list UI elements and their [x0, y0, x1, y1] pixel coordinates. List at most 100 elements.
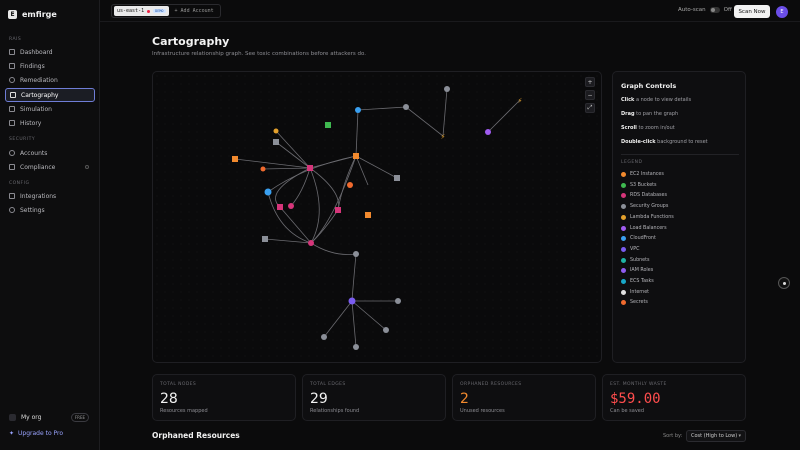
- divider: [621, 154, 739, 155]
- graph-svg[interactable]: ⚡ ⚡: [153, 72, 603, 364]
- bolt-icon: [9, 106, 15, 112]
- zoom-in-button[interactable]: +: [585, 77, 595, 87]
- graph-node-iam-role[interactable]: [273, 128, 279, 134]
- upgrade-link[interactable]: ✦ Upgrade to Pro: [9, 430, 63, 437]
- legend-label: IAM Roles: [630, 268, 654, 274]
- control-hint: Click a node to view details: [621, 97, 692, 103]
- graph-edge: [275, 141, 311, 169]
- legend-item: Secrets: [621, 300, 648, 306]
- graph-node-security-group[interactable]: [262, 236, 268, 242]
- stat-label: EST. MONTHLY WASTE: [610, 382, 667, 387]
- graph-canvas[interactable]: ⚡ ⚡: [152, 71, 602, 363]
- graph-node-security-group[interactable]: [394, 175, 400, 181]
- graph-node-load-balancer[interactable]: [485, 129, 491, 135]
- lock-icon: [85, 165, 89, 169]
- fit-view-button[interactable]: ⤢: [585, 103, 595, 113]
- graph-node-subnet[interactable]: [353, 251, 359, 257]
- legend-item: Load Balancers: [621, 225, 667, 231]
- sidebar-item-settings[interactable]: Settings: [5, 204, 95, 216]
- sidebar-item-label: Findings: [20, 62, 45, 70]
- org-switcher[interactable]: My org FREE: [5, 411, 95, 424]
- legend-label: ECS Tasks: [630, 279, 654, 284]
- page-title: Cartography: [152, 35, 230, 48]
- graph-node-subnet[interactable]: [383, 327, 389, 333]
- graph-node-s3[interactable]: [325, 122, 331, 128]
- graph-node-subnet[interactable]: [321, 334, 327, 340]
- zoom-out-button[interactable]: −: [585, 90, 595, 100]
- autoscan-toggle[interactable]: [709, 7, 720, 13]
- graph-node-cloudfront[interactable]: [264, 188, 272, 196]
- sort-label: Sort by:: [663, 433, 683, 439]
- stat-sub: Resources mapped: [160, 408, 208, 414]
- graph-edge: [487, 99, 521, 133]
- sort-value: Cost (High to Low): [691, 433, 738, 439]
- legend-swatch-icon: [621, 279, 626, 284]
- graph-edge: [310, 155, 357, 244]
- assistant-launcher-icon[interactable]: [778, 277, 790, 289]
- sidebar-item-history[interactable]: History: [5, 117, 95, 129]
- graph-node-cloudfront[interactable]: [355, 107, 361, 113]
- page-subtitle: Infrastructure relationship graph. See t…: [152, 51, 367, 57]
- graph-node-ec2[interactable]: [353, 153, 359, 159]
- stat-sub: Unused resources: [460, 408, 505, 414]
- graph-node-security-group[interactable]: [403, 104, 409, 110]
- account-chip[interactable]: us-east-1 DEMO: [114, 6, 169, 16]
- legend-label: Security Groups: [630, 204, 669, 210]
- graph-node-rds[interactable]: [288, 203, 294, 209]
- graph-node-lambda[interactable]: ⚡: [441, 133, 446, 141]
- sidebar-item-simulation[interactable]: Simulation: [5, 103, 95, 115]
- graph-node-rds[interactable]: [277, 204, 283, 210]
- graph-edge: [355, 109, 359, 157]
- graph-node-rds[interactable]: [307, 165, 313, 171]
- legend-label: Load Balancers: [630, 225, 667, 231]
- graph-node-vpc[interactable]: [348, 297, 356, 305]
- nav-section-label: CONFIG: [9, 181, 30, 186]
- sidebar-item-label: Simulation: [20, 105, 52, 113]
- sidebar: E emfirge RAIS Dashboard Findings Remedi…: [0, 0, 100, 450]
- brand[interactable]: E emfirge: [8, 10, 57, 19]
- autoscan-control: Auto-scan Off: [678, 7, 732, 13]
- graph-node-security-group[interactable]: [273, 139, 279, 145]
- org-avatar: [9, 414, 16, 421]
- graph-node-ec2[interactable]: [232, 156, 238, 162]
- graph-node-lambda[interactable]: ⚡: [518, 97, 523, 105]
- graph-node-rds[interactable]: [335, 207, 341, 213]
- add-account-button[interactable]: + Add Account: [175, 8, 214, 14]
- sidebar-item-label: Integrations: [20, 192, 57, 200]
- stat-card-orphaned: ORPHANED RESOURCES 2 Unused resources: [452, 374, 596, 421]
- sidebar-item-dashboard[interactable]: Dashboard: [5, 46, 95, 58]
- legend-swatch-icon: [621, 204, 626, 210]
- shield-icon: [9, 77, 15, 83]
- sidebar-item-findings[interactable]: Findings: [5, 60, 95, 72]
- graph-node-subnet[interactable]: [395, 298, 401, 304]
- sort-select[interactable]: Cost (High to Low) ▾: [686, 430, 746, 442]
- graph-node-secret[interactable]: [347, 182, 353, 188]
- legend-item: VPC: [621, 246, 640, 252]
- sidebar-item-remediation[interactable]: Remediation: [5, 74, 95, 86]
- legend-swatch-icon: [621, 214, 626, 220]
- legend-label: VPC: [630, 246, 640, 252]
- sidebar-item-compliance[interactable]: Compliance: [5, 161, 95, 173]
- stat-label: TOTAL EDGES: [310, 382, 346, 387]
- legend-label: Internet: [630, 289, 650, 295]
- graph-node-ec2[interactable]: [365, 212, 371, 218]
- graph-node-security-group[interactable]: [444, 86, 450, 92]
- legend-item: S3 Buckets: [621, 182, 657, 188]
- user-avatar[interactable]: E: [776, 6, 788, 18]
- sidebar-item-integrations[interactable]: Integrations: [5, 190, 95, 202]
- graph-node-subnet[interactable]: [353, 344, 359, 350]
- graph-nodes[interactable]: ⚡ ⚡: [232, 86, 523, 350]
- stat-value: 2: [460, 391, 469, 407]
- sidebar-item-cartography[interactable]: Cartography: [5, 88, 95, 102]
- scan-now-button[interactable]: Scan Now: [734, 5, 770, 18]
- graph-node-rds[interactable]: [308, 240, 314, 246]
- legend-item: EC2 Instances: [621, 172, 664, 177]
- legend-label: Lambda Functions: [630, 214, 674, 220]
- account-switcher: us-east-1 DEMO + Add Account: [111, 4, 221, 18]
- graph-edge: [405, 106, 444, 137]
- sidebar-item-accounts[interactable]: Accounts: [5, 147, 95, 159]
- stat-label: TOTAL NODES: [160, 382, 197, 387]
- graph-controls-title: Graph Controls: [621, 82, 677, 90]
- graph-node-secret[interactable]: [260, 166, 266, 172]
- topbar: us-east-1 DEMO + Add Account Auto-scan O…: [100, 0, 800, 22]
